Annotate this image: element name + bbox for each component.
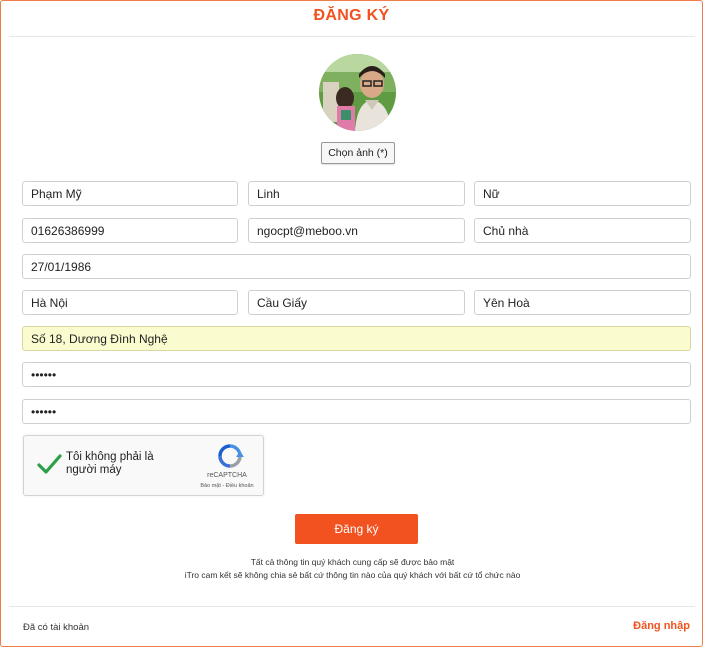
page-title: ĐĂNG KÝ [313,7,390,24]
password-input[interactable] [22,362,691,387]
header-divider [9,36,695,37]
login-link[interactable]: Đăng nhập [561,620,690,632]
gender-input[interactable] [474,181,691,206]
avatar-photo [319,54,396,131]
birthdate-input[interactable] [22,254,691,279]
confirm-password-input[interactable] [22,399,691,424]
recaptcha-label: Tôi không phải là người máy [66,451,154,476]
register-button[interactable]: Đăng ký [295,514,418,544]
district-input[interactable] [248,290,465,315]
recaptcha-brand: reCAPTCHA [207,472,247,479]
have-account-text: Đã có tài khoản [23,622,90,633]
first-name-input[interactable] [248,181,465,206]
avatar [319,54,396,131]
recaptcha-terms-link[interactable]: Bảo mật - Điều khoản [188,483,266,489]
recaptcha-widget: Tôi không phải là người máy reCAPTCHA Bả… [23,435,264,496]
recaptcha-logo-icon [218,444,244,468]
phone-input[interactable] [22,218,238,243]
register-panel: ĐĂNG KÝ Chọn ảnh (*) Phạm Mỹ Linh Nữ 016… [0,0,703,647]
email-input[interactable] [248,218,465,243]
role-input[interactable] [474,218,691,243]
ward-input[interactable] [474,290,691,315]
city-input[interactable] [22,290,238,315]
checkmark-icon[interactable] [36,451,62,477]
footer-divider [9,606,695,607]
last-name-input[interactable] [22,181,238,206]
choose-photo-button[interactable]: Chọn ảnh (*) [321,142,395,164]
privacy-notice-line-2: iTro cam kết sẽ không chia sẻ bất cứ thô… [184,570,521,580]
privacy-notice-line-1: Tất cả thông tin quý khách cung cấp sẽ đ… [250,557,455,567]
address-input[interactable] [22,326,691,351]
